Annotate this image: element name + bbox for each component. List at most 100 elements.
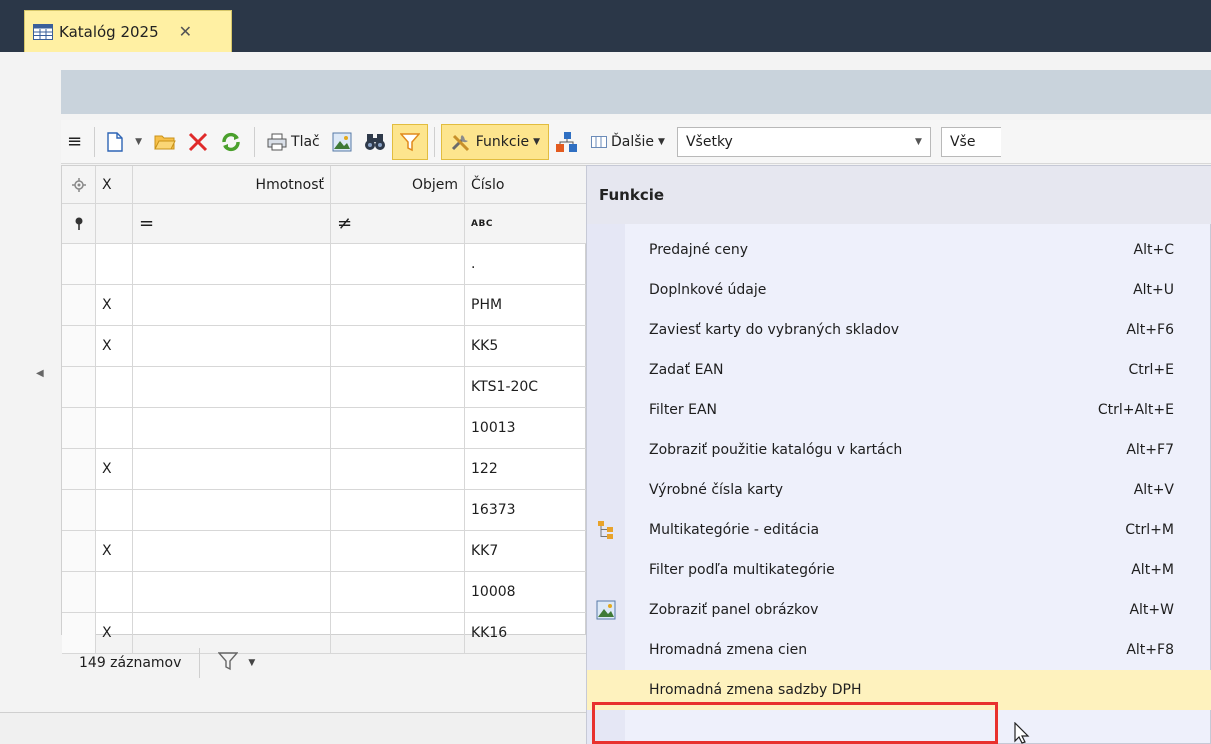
column-header-hmotnost[interactable]: Hmotnosť (133, 166, 331, 204)
row-selector[interactable] (62, 285, 96, 326)
cell-hmotnost[interactable] (133, 244, 331, 285)
cell-objem[interactable] (331, 244, 465, 285)
cell-hmotnost[interactable] (133, 285, 331, 326)
row-selector[interactable] (62, 326, 96, 367)
column-header-objem[interactable]: Objem (331, 166, 465, 204)
filter-operator-not-equals[interactable]: ≠ (331, 204, 465, 244)
menu-item[interactable]: Predajné ceny Alt+C (587, 230, 1211, 270)
cell-objem[interactable] (331, 326, 465, 367)
cell-objem[interactable] (331, 408, 465, 449)
cell-x[interactable] (96, 490, 133, 531)
cell-cislo[interactable]: 122 (465, 449, 587, 490)
cell-x[interactable] (96, 367, 133, 408)
menu-item[interactable]: Doplnkové údaje Alt+U (587, 270, 1211, 310)
status-filter-button[interactable]: ▼ (217, 651, 256, 675)
filter-select[interactable]: Všetky ▼ (676, 126, 931, 157)
status-separator (199, 648, 201, 678)
cell-cislo[interactable]: 10013 (465, 408, 587, 449)
table-row[interactable]: 10013 (62, 408, 587, 449)
row-selector[interactable] (62, 244, 96, 285)
menu-item[interactable]: Zadať EAN Ctrl+E (587, 350, 1211, 390)
menu-item[interactable]: Hromadná zmena sadzby DPH (587, 670, 1211, 710)
open-button[interactable] (148, 125, 182, 159)
cell-hmotnost[interactable] (133, 367, 331, 408)
cell-objem[interactable] (331, 531, 465, 572)
menu-item-shortcut: Alt+U (1133, 282, 1174, 298)
row-selector[interactable] (62, 572, 96, 613)
cell-x[interactable] (96, 408, 133, 449)
table-row[interactable]: X 122 (62, 449, 587, 490)
menu-item[interactable]: Multikategórie - editácia Ctrl+M (587, 510, 1211, 550)
refresh-button[interactable] (214, 125, 248, 159)
picture-button[interactable] (326, 125, 358, 159)
cell-cislo[interactable]: . (465, 244, 587, 285)
column-chooser-icon[interactable] (62, 166, 96, 204)
cell-hmotnost[interactable] (133, 326, 331, 367)
bottom-tab-bar (0, 712, 600, 744)
table-row[interactable]: 10008 (62, 572, 587, 613)
chevron-down-icon: ▼ (248, 658, 256, 668)
filter-cell-x[interactable] (96, 204, 133, 244)
menu-item[interactable]: Hromadná zmena cien Alt+F8 (587, 630, 1211, 670)
delete-button[interactable] (182, 125, 214, 159)
cell-x[interactable]: X (96, 449, 133, 490)
filter-pin-icon[interactable] (62, 204, 96, 244)
cell-hmotnost[interactable] (133, 531, 331, 572)
menu-item[interactable]: Výrobné čísla karty Alt+V (587, 470, 1211, 510)
mouse-cursor-icon (1014, 721, 1030, 744)
new-document-button[interactable] (101, 125, 129, 159)
tab-close-icon[interactable]: ✕ (179, 22, 192, 41)
cell-x[interactable]: X (96, 285, 133, 326)
column-header-x[interactable]: X (96, 166, 133, 204)
menu-item[interactable]: Zaviesť karty do vybraných skladov Alt+F6 (587, 310, 1211, 350)
filter-operator-equals[interactable]: = (133, 204, 331, 244)
menu-item[interactable]: Filter podľa multikategórie Alt+M (587, 550, 1211, 590)
cell-x[interactable]: X (96, 326, 133, 367)
cell-cislo[interactable]: KK5 (465, 326, 587, 367)
cell-cislo[interactable]: KTS1-20C (465, 367, 587, 408)
cell-x[interactable] (96, 572, 133, 613)
menu-button[interactable]: ≡ (61, 125, 88, 159)
cell-hmotnost[interactable] (133, 408, 331, 449)
menu-item[interactable]: Zobraziť panel obrázkov Alt+W (587, 590, 1211, 630)
row-selector[interactable] (62, 408, 96, 449)
print-button[interactable]: Tlač (261, 125, 326, 159)
filter-operator-contains[interactable]: ABC (465, 204, 587, 244)
cell-cislo[interactable]: PHM (465, 285, 587, 326)
filter-button[interactable] (391, 123, 428, 160)
row-selector[interactable] (62, 449, 96, 490)
cell-objem[interactable] (331, 490, 465, 531)
table-row[interactable]: X KK7 (62, 531, 587, 572)
row-selector[interactable] (62, 531, 96, 572)
dalsie-button[interactable]: Ďalšie ▼ (585, 125, 671, 159)
column-header-cislo[interactable]: Číslo (465, 166, 587, 204)
table-row[interactable]: X PHM (62, 285, 587, 326)
row-selector[interactable] (62, 490, 96, 531)
menu-item[interactable]: Zobraziť použitie katalógu v kartách Alt+… (587, 430, 1211, 470)
table-row[interactable]: 16373 (62, 490, 587, 531)
cell-x[interactable]: X (96, 531, 133, 572)
table-row[interactable]: KTS1-20C (62, 367, 587, 408)
new-dropdown-button[interactable]: ▼ (129, 125, 148, 159)
cell-objem[interactable] (331, 285, 465, 326)
cell-x[interactable] (96, 244, 133, 285)
cell-hmotnost[interactable] (133, 449, 331, 490)
cell-hmotnost[interactable] (133, 572, 331, 613)
cell-cislo[interactable]: KK7 (465, 531, 587, 572)
row-selector[interactable] (62, 367, 96, 408)
cell-hmotnost[interactable] (133, 490, 331, 531)
collapse-left-icon[interactable]: ◀ (36, 368, 44, 379)
cell-objem[interactable] (331, 367, 465, 408)
hierarchy-button[interactable] (549, 125, 585, 159)
second-select[interactable]: Vše (940, 126, 1001, 157)
cell-objem[interactable] (331, 572, 465, 613)
table-row[interactable]: . (62, 244, 587, 285)
tab-katalog-2025[interactable]: Katalóg 2025 ✕ (24, 10, 232, 52)
table-row[interactable]: X KK5 (62, 326, 587, 367)
cell-objem[interactable] (331, 449, 465, 490)
cell-cislo[interactable]: 10008 (465, 572, 587, 613)
funkcie-button[interactable]: Funkcie ▼ (440, 123, 549, 160)
cell-cislo[interactable]: 16373 (465, 490, 587, 531)
find-button[interactable] (358, 125, 392, 159)
menu-item[interactable]: Filter EAN Ctrl+Alt+E (587, 390, 1211, 430)
